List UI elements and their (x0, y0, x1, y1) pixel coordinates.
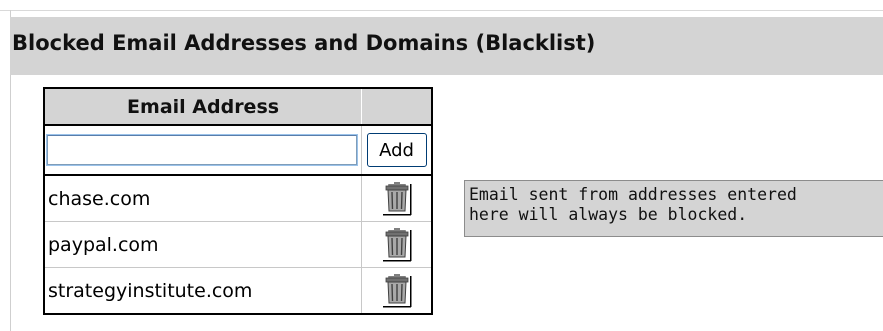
email-address-cell: paypal.com (44, 221, 363, 268)
delete-cell (362, 268, 432, 315)
trash-icon[interactable] (382, 181, 412, 216)
email-address-text: strategyinstitute.com (48, 279, 253, 302)
email-address-text: paypal.com (48, 233, 159, 256)
table-row: strategyinstitute.com (44, 267, 432, 315)
section-title: Blocked Email Addresses and Domains (Bla… (12, 31, 596, 55)
email-address-text: chase.com (48, 187, 151, 210)
table-header-row: Email Address (44, 88, 432, 126)
action-column-header (361, 88, 432, 126)
email-input-cell (44, 125, 363, 176)
help-note-line: here will always be blocked. (469, 205, 748, 224)
table-row: chase.com (44, 175, 432, 222)
top-divider (0, 10, 883, 11)
email-address-column-header: Email Address (44, 88, 363, 126)
trash-icon[interactable] (382, 273, 412, 308)
help-note-line: Email sent from addresses entered (469, 185, 797, 204)
section-header: Blocked Email Addresses and Domains (Bla… (10, 17, 883, 75)
email-address-input[interactable] (46, 134, 358, 166)
email-address-cell: strategyinstitute.com (44, 267, 363, 314)
add-entry-row: Add (44, 125, 432, 176)
table-row: paypal.com (44, 221, 432, 268)
email-address-cell: chase.com (44, 175, 363, 222)
add-button[interactable]: Add (366, 133, 427, 167)
trash-icon[interactable] (382, 227, 412, 262)
add-button-cell: Add (361, 125, 432, 176)
blacklist-table: Email Address Add chase.com paypal.com s… (43, 87, 433, 315)
blacklist-page: Blocked Email Addresses and Domains (Bla… (0, 0, 883, 331)
help-note: Email sent from addresses entered here w… (464, 180, 883, 237)
delete-cell (361, 221, 432, 268)
delete-cell (361, 175, 432, 222)
